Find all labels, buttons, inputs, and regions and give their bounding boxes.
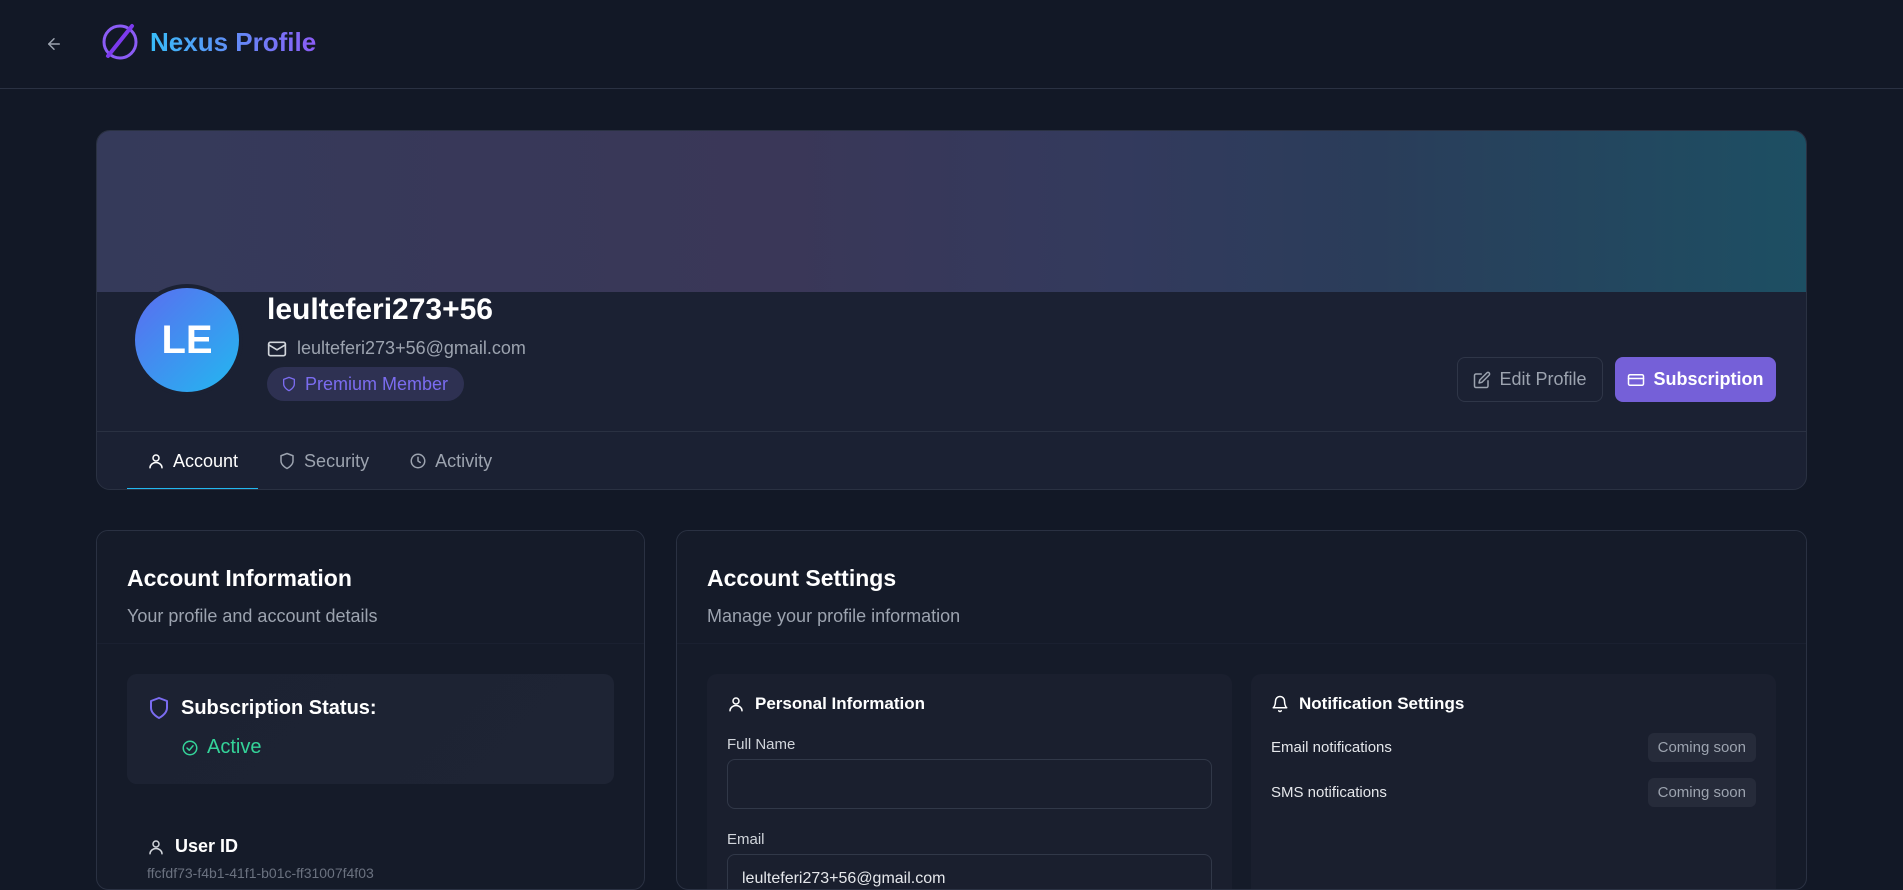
account-information-subtitle: Your profile and account details bbox=[127, 606, 378, 626]
profile-card: LE leulteferi273+56 leulteferi273+56@gma… bbox=[96, 130, 1807, 490]
email-label: Email bbox=[727, 831, 765, 848]
email-row: leulteferi273+56@gmail.com bbox=[267, 338, 526, 359]
sms-notifications-label: SMS notifications bbox=[1271, 783, 1387, 801]
subscription-label: Subscription bbox=[1653, 369, 1764, 389]
back-button[interactable] bbox=[40, 30, 68, 58]
membership-label: Premium Member bbox=[305, 373, 449, 394]
logo-icon bbox=[100, 22, 140, 62]
personal-information-title: Personal Information bbox=[727, 694, 925, 714]
clock-icon bbox=[409, 452, 427, 470]
personal-information-panel: Personal Information Full Name Email bbox=[707, 674, 1232, 889]
tab-security[interactable]: Security bbox=[258, 432, 389, 489]
check-circle-icon bbox=[181, 739, 199, 757]
account-settings-card: Account Settings Manage your profile inf… bbox=[676, 530, 1807, 890]
subscription-status-value: Active bbox=[181, 736, 261, 759]
shield-icon bbox=[278, 452, 296, 470]
account-settings-header: Account Settings Manage your profile inf… bbox=[677, 531, 1806, 644]
notification-settings-title: Notification Settings bbox=[1271, 694, 1464, 714]
edit-icon bbox=[1473, 371, 1491, 389]
brand: Nexus Profile bbox=[100, 22, 316, 62]
app-title: Nexus Profile bbox=[150, 26, 317, 57]
avatar: LE bbox=[131, 284, 243, 396]
username: leulteferi273+56 bbox=[267, 293, 493, 326]
notification-settings-panel: Notification Settings Email notification… bbox=[1251, 674, 1776, 889]
email-notifications-row: Email notifications Coming soon bbox=[1271, 732, 1756, 762]
sms-notifications-row: SMS notifications Coming soon bbox=[1271, 777, 1756, 807]
user-id-label: User ID bbox=[175, 836, 239, 856]
email-input[interactable] bbox=[727, 854, 1212, 889]
edit-profile-button[interactable]: Edit Profile bbox=[1457, 357, 1603, 402]
account-information-title: Account Information bbox=[127, 565, 352, 591]
top-bar: Nexus Profile bbox=[0, 0, 1903, 89]
account-information-card: Account Information Your profile and acc… bbox=[96, 530, 645, 890]
mail-icon bbox=[267, 339, 287, 359]
subscription-status-label: Subscription Status: bbox=[181, 696, 377, 719]
profile-banner bbox=[97, 131, 1806, 292]
full-name-label: Full Name bbox=[727, 736, 796, 753]
account-information-header: Account Information Your profile and acc… bbox=[97, 531, 644, 644]
subscription-button[interactable]: Subscription bbox=[1615, 357, 1776, 402]
subscription-status-text: Active bbox=[207, 736, 262, 758]
account-settings-title: Account Settings bbox=[707, 565, 897, 591]
shield-icon bbox=[147, 696, 171, 720]
profile-email: leulteferi273+56@gmail.com bbox=[297, 338, 526, 358]
personal-information-label: Personal Information bbox=[755, 694, 926, 713]
coming-soon-badge: Coming soon bbox=[1647, 732, 1756, 762]
full-name-input[interactable] bbox=[727, 759, 1212, 809]
subscription-status-title: Subscription Status: bbox=[147, 696, 377, 720]
edit-profile-label: Edit Profile bbox=[1499, 369, 1587, 389]
shield-icon bbox=[281, 376, 297, 392]
tab-security-label: Security bbox=[304, 450, 370, 471]
subscription-status-box: Subscription Status: Active bbox=[127, 674, 614, 784]
user-icon bbox=[147, 452, 165, 470]
membership-badge: Premium Member bbox=[267, 367, 465, 401]
arrow-left-icon bbox=[45, 35, 63, 53]
notification-settings-label: Notification Settings bbox=[1299, 694, 1465, 713]
tab-account-label: Account bbox=[173, 450, 239, 471]
email-notifications-label: Email notifications bbox=[1271, 738, 1392, 756]
profile-tabs: Account Security Activity bbox=[97, 431, 1806, 489]
user-id-label-row: User ID bbox=[147, 836, 238, 857]
tab-activity-label: Activity bbox=[435, 450, 493, 471]
tab-activity[interactable]: Activity bbox=[389, 432, 512, 489]
tab-account[interactable]: Account bbox=[127, 432, 259, 489]
user-id-value: ffcfdf73-f4b1-41f1-b01c-ff31007f4f03 bbox=[147, 865, 374, 881]
bell-icon bbox=[1271, 695, 1289, 713]
user-icon bbox=[727, 695, 745, 713]
account-settings-subtitle: Manage your profile information bbox=[707, 606, 961, 626]
coming-soon-badge: Coming soon bbox=[1647, 777, 1756, 807]
credit-card-icon bbox=[1627, 371, 1645, 389]
user-icon bbox=[147, 838, 165, 856]
